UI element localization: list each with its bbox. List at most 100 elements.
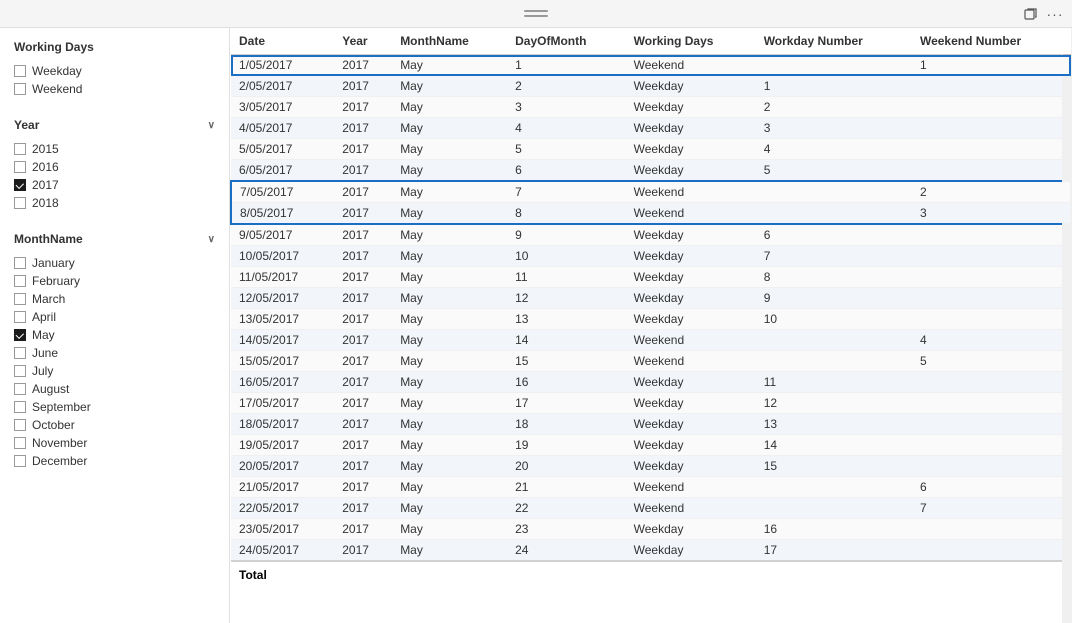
filter-item-jun[interactable]: June — [14, 344, 215, 362]
right-panel: DateYearMonthNameDayOfMonthWorking DaysW… — [230, 28, 1072, 623]
cell-1-3: 2 — [507, 76, 626, 97]
table-row[interactable]: 3/05/20172017May3Weekday2 — [231, 97, 1071, 118]
table-row[interactable]: 17/05/20172017May17Weekday12 — [231, 393, 1071, 414]
table-row[interactable]: 13/05/20172017May13Weekday10 — [231, 309, 1071, 330]
cell-4-6 — [912, 139, 1071, 160]
col-header-working-days[interactable]: Working Days — [626, 28, 756, 55]
cell-8-4: Weekday — [626, 224, 756, 246]
cell-20-6: 6 — [912, 477, 1071, 498]
filter-item-jan[interactable]: January — [14, 254, 215, 272]
filter-header-year[interactable]: Year∨ — [14, 118, 215, 132]
filter-item-jul[interactable]: July — [14, 362, 215, 380]
scrollbar-track[interactable] — [1062, 28, 1072, 623]
table-row[interactable]: 15/05/20172017May15Weekend5 — [231, 351, 1071, 372]
checkbox-jun[interactable] — [14, 347, 26, 359]
filter-item-feb[interactable]: February — [14, 272, 215, 290]
filter-item-y2015[interactable]: 2015 — [14, 140, 215, 158]
cell-2-6 — [912, 97, 1071, 118]
table-row[interactable]: 10/05/20172017May10Weekday7 — [231, 246, 1071, 267]
col-header-weekend-number[interactable]: Weekend Number — [912, 28, 1071, 55]
cell-11-1: 2017 — [334, 288, 392, 309]
filter-item-nov[interactable]: November — [14, 434, 215, 452]
expand-button[interactable] — [1022, 5, 1040, 23]
table-row[interactable]: 14/05/20172017May14Weekend4 — [231, 330, 1071, 351]
table-row[interactable]: 20/05/20172017May20Weekday15 — [231, 456, 1071, 477]
filter-item-label-y2015: 2015 — [32, 142, 59, 156]
filter-item-label-feb: February — [32, 274, 80, 288]
table-row[interactable]: 21/05/20172017May21Weekend6 — [231, 477, 1071, 498]
cell-19-3: 20 — [507, 456, 626, 477]
filter-item-sep[interactable]: September — [14, 398, 215, 416]
checkbox-weekday[interactable] — [14, 65, 26, 77]
checkbox-oct[interactable] — [14, 419, 26, 431]
table-row[interactable]: 16/05/20172017May16Weekday11 — [231, 372, 1071, 393]
col-header-monthname[interactable]: MonthName — [392, 28, 507, 55]
table-row[interactable]: 22/05/20172017May22Weekend7 — [231, 498, 1071, 519]
table-row[interactable]: 2/05/20172017May2Weekday1 — [231, 76, 1071, 97]
checkbox-y2016[interactable] — [14, 161, 26, 173]
checkbox-may[interactable] — [14, 329, 26, 341]
table-row[interactable]: 7/05/20172017May7Weekend2 — [231, 181, 1071, 203]
cell-13-3: 14 — [507, 330, 626, 351]
cell-21-5 — [756, 498, 912, 519]
filter-item-mar[interactable]: March — [14, 290, 215, 308]
cell-4-1: 2017 — [334, 139, 392, 160]
col-header-year[interactable]: Year — [334, 28, 392, 55]
filter-item-aug[interactable]: August — [14, 380, 215, 398]
cell-23-5: 17 — [756, 540, 912, 562]
cell-18-4: Weekday — [626, 435, 756, 456]
table-row[interactable]: 23/05/20172017May23Weekday16 — [231, 519, 1071, 540]
checkbox-jan[interactable] — [14, 257, 26, 269]
table-row[interactable]: 12/05/20172017May12Weekday9 — [231, 288, 1071, 309]
table-row[interactable]: 5/05/20172017May5Weekday4 — [231, 139, 1071, 160]
filter-item-weekday[interactable]: Weekday — [14, 62, 215, 80]
table-row[interactable]: 24/05/20172017May24Weekday17 — [231, 540, 1071, 562]
checkbox-weekend[interactable] — [14, 83, 26, 95]
table-row[interactable]: 18/05/20172017May18Weekday13 — [231, 414, 1071, 435]
filter-item-apr[interactable]: April — [14, 308, 215, 326]
cell-16-4: Weekday — [626, 393, 756, 414]
cell-18-1: 2017 — [334, 435, 392, 456]
cell-3-5: 3 — [756, 118, 912, 139]
table-row[interactable]: 19/05/20172017May19Weekday14 — [231, 435, 1071, 456]
checkbox-y2015[interactable] — [14, 143, 26, 155]
filter-item-y2018[interactable]: 2018 — [14, 194, 215, 212]
filter-item-y2016[interactable]: 2016 — [14, 158, 215, 176]
col-header-workday-number[interactable]: Workday Number — [756, 28, 912, 55]
checkbox-y2018[interactable] — [14, 197, 26, 209]
table-row[interactable]: 1/05/20172017May1Weekend1 — [231, 55, 1071, 76]
checkbox-y2017[interactable] — [14, 179, 26, 191]
table-row[interactable]: 6/05/20172017May6Weekday5 — [231, 160, 1071, 182]
cell-21-0: 22/05/2017 — [231, 498, 334, 519]
cell-9-6 — [912, 246, 1071, 267]
checkbox-nov[interactable] — [14, 437, 26, 449]
more-button[interactable]: ··· — [1046, 5, 1064, 23]
filter-item-weekend[interactable]: Weekend — [14, 80, 215, 98]
cell-11-4: Weekday — [626, 288, 756, 309]
table-row[interactable]: 11/05/20172017May11Weekday8 — [231, 267, 1071, 288]
checkbox-aug[interactable] — [14, 383, 26, 395]
filter-section-label: Year — [14, 118, 39, 132]
table-row[interactable]: 8/05/20172017May8Weekend3 — [231, 203, 1071, 225]
filter-item-y2017[interactable]: 2017 — [14, 176, 215, 194]
checkbox-jul[interactable] — [14, 365, 26, 377]
filter-item-dec[interactable]: December — [14, 452, 215, 470]
table-container[interactable]: DateYearMonthNameDayOfMonthWorking DaysW… — [230, 28, 1072, 623]
checkbox-sep[interactable] — [14, 401, 26, 413]
table-row[interactable]: 9/05/20172017May9Weekday6 — [231, 224, 1071, 246]
checkbox-dec[interactable] — [14, 455, 26, 467]
drag-handle[interactable] — [524, 9, 548, 19]
filter-item-oct[interactable]: October — [14, 416, 215, 434]
col-header-date[interactable]: Date — [231, 28, 334, 55]
cell-13-5 — [756, 330, 912, 351]
table-row[interactable]: 4/05/20172017May4Weekday3 — [231, 118, 1071, 139]
checkbox-mar[interactable] — [14, 293, 26, 305]
cell-15-2: May — [392, 372, 507, 393]
checkbox-apr[interactable] — [14, 311, 26, 323]
cell-11-3: 12 — [507, 288, 626, 309]
filter-header-monthname[interactable]: MonthName∨ — [14, 232, 215, 246]
col-header-dayofmonth[interactable]: DayOfMonth — [507, 28, 626, 55]
cell-16-6 — [912, 393, 1071, 414]
filter-item-may[interactable]: May — [14, 326, 215, 344]
checkbox-feb[interactable] — [14, 275, 26, 287]
